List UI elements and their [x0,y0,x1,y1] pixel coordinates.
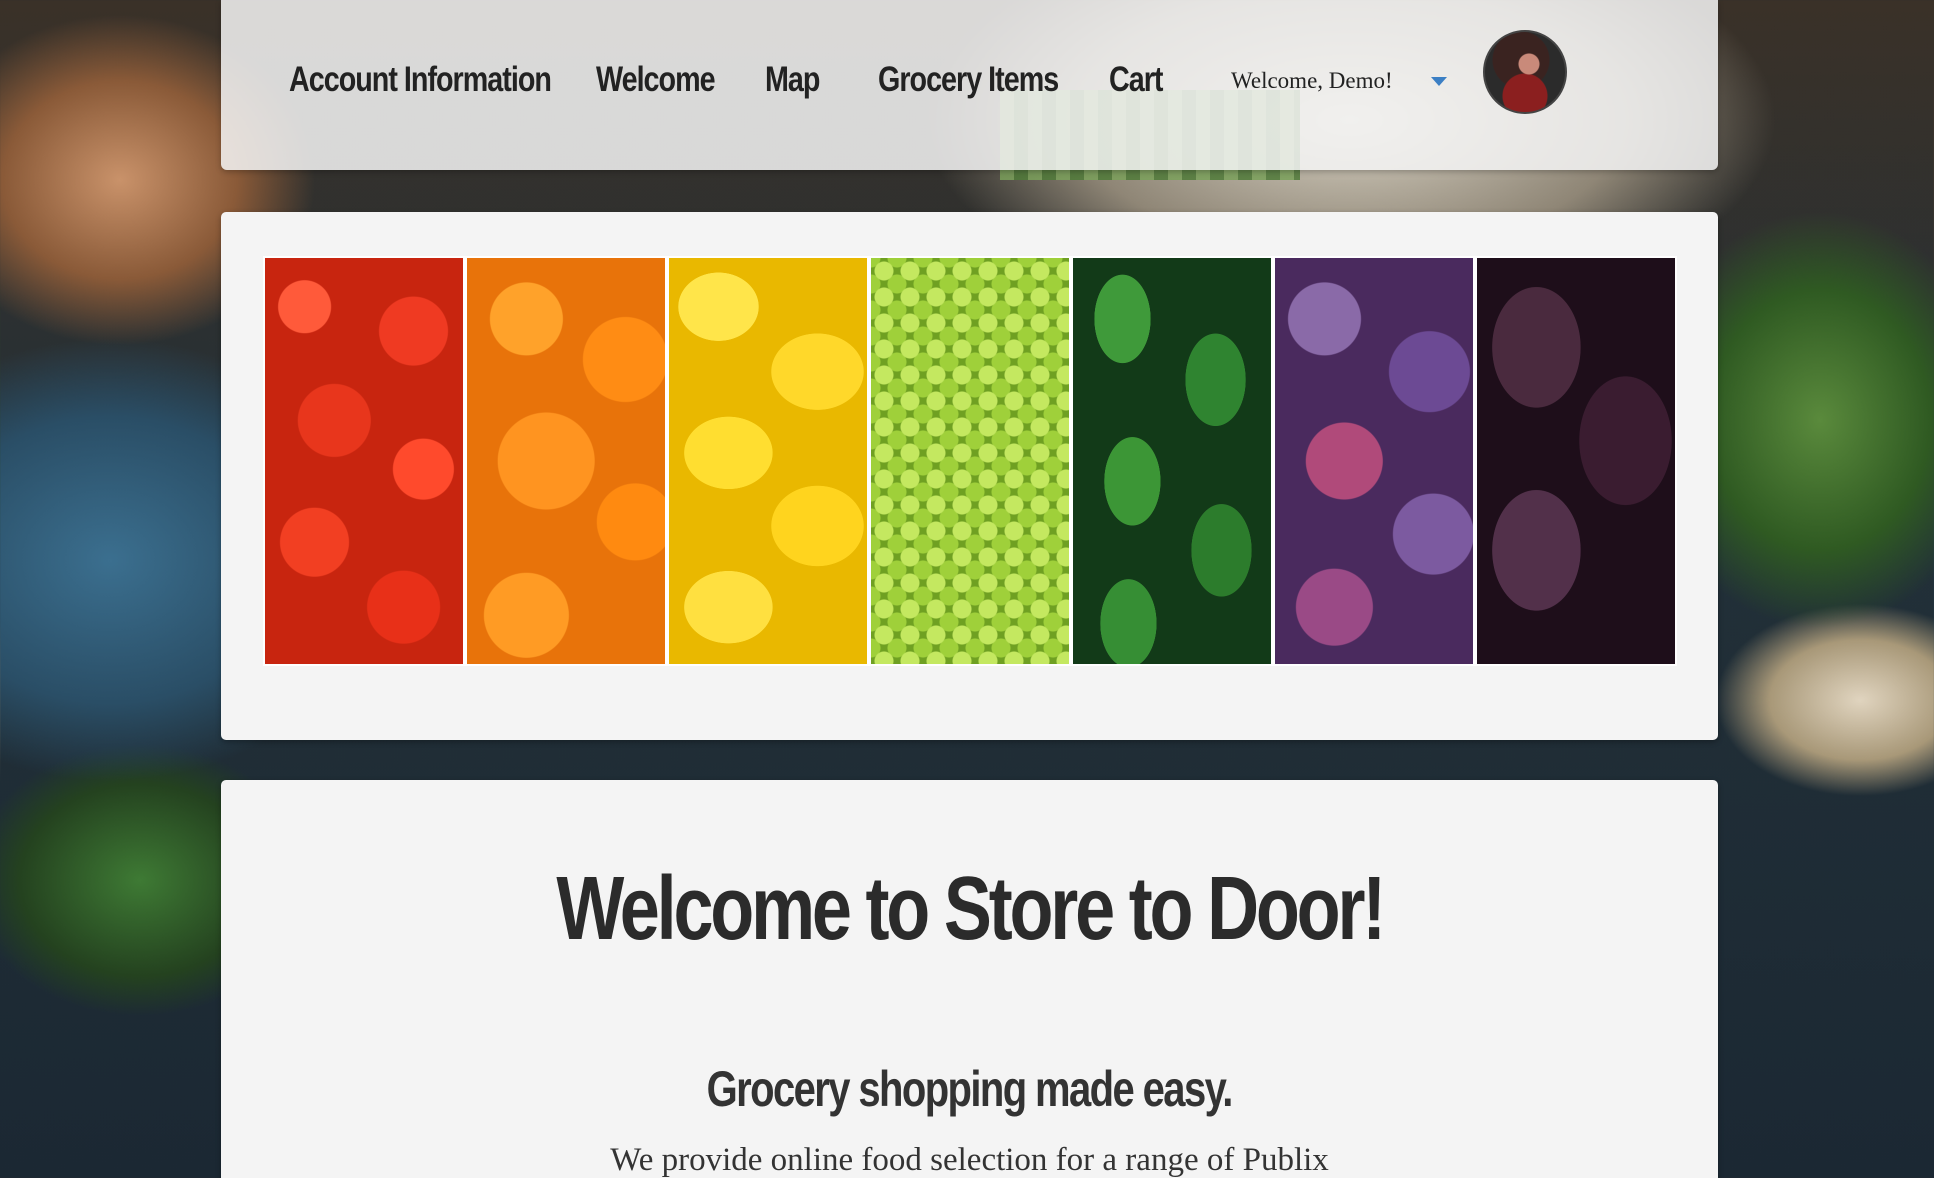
nav-link-cart[interactable]: Cart [1109,60,1163,100]
produce-panel-cucumbers [1073,258,1271,664]
welcome-subtitle-text: Grocery shopping made easy. [706,1061,1234,1117]
produce-panel-plums [1275,258,1473,664]
navbar: Account Information Welcome Map Grocery … [221,0,1718,170]
nav-link-account-information[interactable]: Account Information [289,60,552,100]
welcome-body-text: We provide online food selection for a r… [610,1142,1329,1178]
nav-link-grocery-items[interactable]: Grocery Items [878,60,1059,100]
nav-link-map[interactable]: Map [765,60,820,100]
page: { "nav": { "links": [ {"label": "Account… [0,0,1934,1178]
user-menu-dropdown[interactable]: Welcome, Demo! [1231,68,1447,94]
page-title-text: Welcome to Store to Door! [556,859,1386,959]
produce-panel-grapes [871,258,1069,664]
page-title: Welcome to Store to Door! [221,858,1718,961]
produce-panel-oranges [467,258,665,664]
nav-link-welcome[interactable]: Welcome [596,60,716,100]
avatar[interactable] [1483,30,1567,114]
caret-down-icon[interactable] [1430,76,1447,86]
produce-banner-image [263,256,1677,666]
produce-panel-tomatoes [265,258,463,664]
user-greeting: Welcome, Demo! [1231,68,1393,93]
produce-panel-eggplants [1477,258,1675,664]
banner-card [221,212,1718,740]
produce-panel-lemons [669,258,867,664]
welcome-card: Welcome to Store to Door! Grocery shoppi… [221,780,1718,1178]
welcome-subtitle: Grocery shopping made easy. [221,1060,1718,1118]
